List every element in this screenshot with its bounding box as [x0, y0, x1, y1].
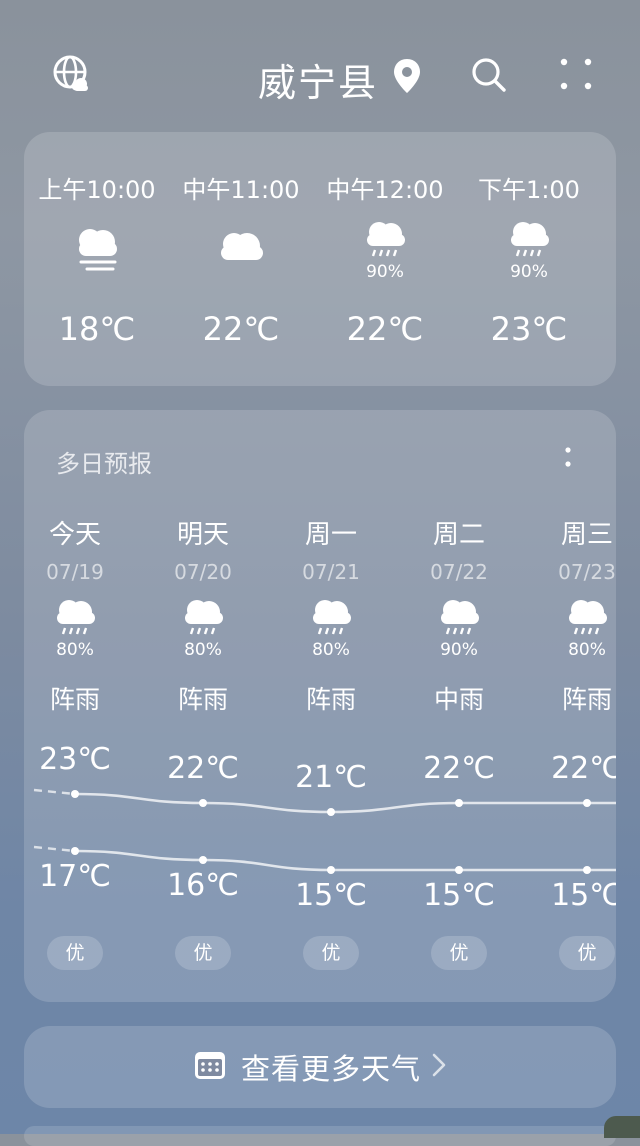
day-low-temp: 15℃	[423, 878, 495, 913]
hour-temp: 23℃	[490, 310, 568, 348]
chevron-right-icon	[431, 1051, 447, 1083]
day-low-temp: 15℃	[295, 878, 367, 913]
search-icon[interactable]	[468, 54, 510, 96]
day-date: 07/21	[302, 560, 360, 584]
day-condition: 阵雨	[177, 685, 228, 714]
aqi-badge[interactable]: 优	[559, 936, 615, 970]
aqi-badge[interactable]: 优	[303, 936, 359, 970]
day-high-temp: 22℃	[167, 751, 239, 786]
more-weather-label: 查看更多天气	[240, 1052, 421, 1086]
day-date: 07/19	[46, 560, 104, 584]
more-weather-button[interactable]: 查看更多天气	[24, 1026, 616, 1108]
day-column[interactable]: 今天 07/19 80% 阵雨 23℃ 17℃ 优	[24, 410, 126, 1002]
day-high-temp: 23℃	[39, 742, 111, 777]
day-name: 今天	[48, 520, 101, 550]
top-bar: 威宁县	[0, 0, 640, 140]
hour-item: 中午11:00 22℃	[168, 132, 314, 386]
hour-item: 下午1:00 90% 23℃	[456, 132, 602, 386]
hour-item: 上午10:00 18℃	[24, 132, 170, 386]
day-name: 周三	[560, 520, 613, 550]
day-date: 07/20	[174, 560, 232, 584]
day-condition: 中雨	[433, 685, 484, 714]
more-dots-icon[interactable]	[556, 54, 596, 94]
day-column[interactable]: 周一 07/21 80% 阵雨 21℃ 15℃ 优	[280, 410, 382, 1002]
day-date: 07/22	[430, 560, 488, 584]
cloud-icon	[215, 222, 267, 278]
day-prob: 90%	[440, 640, 478, 660]
day-high-temp: 21℃	[295, 760, 367, 795]
hour-temp: 22℃	[202, 310, 280, 348]
next-card-edge	[24, 1126, 616, 1146]
day-prob: 80%	[56, 640, 94, 660]
hour-temp: 18℃	[58, 310, 136, 348]
hour-prob: 90%	[366, 262, 404, 282]
aqi-badge[interactable]: 优	[431, 936, 487, 970]
day-name: 周二	[432, 520, 485, 550]
hourly-forecast-card[interactable]: 上午10:00 18℃ 中午11:00 22℃ 中午12:00 90% 22℃ …	[24, 132, 616, 386]
hour-time: 上午10:00	[38, 176, 156, 204]
day-prob: 80%	[312, 640, 350, 660]
globe-cloud-icon[interactable]	[50, 52, 94, 96]
day-name: 周一	[304, 520, 357, 550]
day-condition: 阵雨	[305, 685, 356, 714]
day-prob: 80%	[568, 640, 606, 660]
day-name: 明天	[176, 520, 229, 550]
daily-forecast-card[interactable]: 多日预报 今天 07/19 80% 阵雨 23℃ 17℃ 优明天 07/20 80% 阵雨 22℃ 1…	[24, 410, 616, 1002]
hour-prob: 90%	[510, 262, 548, 282]
day-column[interactable]: 周二 07/22 90% 中雨 22℃ 15℃ 优	[408, 410, 510, 1002]
hour-time: 中午11:00	[182, 176, 300, 204]
day-low-temp: 15℃	[551, 878, 616, 913]
hour-time: 中午12:00	[326, 176, 444, 204]
cloudy-fog-icon	[71, 222, 123, 278]
day-column[interactable]: 明天 07/20 80% 阵雨 22℃ 16℃ 优	[152, 410, 254, 1002]
day-column[interactable]: 周三 07/23 80% 阵雨 22℃ 15℃ 优	[536, 410, 616, 1002]
day-condition: 阵雨	[49, 685, 100, 714]
day-prob: 80%	[184, 640, 222, 660]
day-high-temp: 22℃	[551, 751, 616, 786]
city-name[interactable]: 威宁县	[258, 52, 378, 107]
calendar-icon	[193, 1048, 227, 1086]
day-low-temp: 16℃	[167, 868, 239, 903]
corner-decoration	[604, 1116, 640, 1138]
aqi-badge[interactable]: 优	[47, 936, 103, 970]
hour-temp: 22℃	[346, 310, 424, 348]
day-low-temp: 17℃	[39, 859, 111, 894]
hour-time: 下午1:00	[478, 176, 580, 204]
aqi-badge[interactable]: 优	[175, 936, 231, 970]
day-condition: 阵雨	[561, 685, 612, 714]
hour-item: 中午12:00 90% 22℃	[312, 132, 458, 386]
location-pin-icon	[390, 56, 424, 96]
day-high-temp: 22℃	[423, 751, 495, 786]
day-date: 07/23	[558, 560, 616, 584]
